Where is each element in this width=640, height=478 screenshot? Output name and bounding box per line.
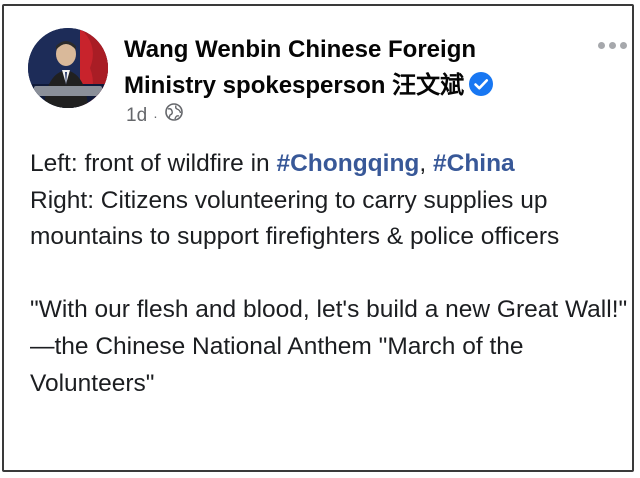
- facebook-post-card: Wang Wenbin Chinese Foreign Ministry spo…: [2, 4, 634, 472]
- post-meta: 1d ·: [126, 103, 183, 128]
- avatar[interactable]: [28, 28, 108, 108]
- post-line-location: Left: front of wildfire in #Chongqing, #…: [30, 146, 628, 183]
- hashtag-china[interactable]: #China: [433, 150, 515, 177]
- more-options-icon[interactable]: [598, 42, 627, 49]
- author-name-block[interactable]: Wang Wenbin Chinese Foreign Ministry spo…: [124, 32, 554, 108]
- author-name[interactable]: Wang Wenbin Chinese Foreign Ministry spo…: [124, 36, 476, 99]
- globe-icon[interactable]: [165, 103, 183, 128]
- verified-badge-icon: [468, 71, 494, 108]
- post-line-volunteers: Right: Citizens volunteering to carry su…: [30, 186, 560, 251]
- post-timestamp[interactable]: 1d: [126, 104, 147, 128]
- post-quote: "With our flesh and blood, let's build a…: [30, 296, 628, 324]
- post-line-location-text: Left: front of wildfire in: [30, 150, 277, 177]
- hashtag-chongqing[interactable]: #Chongqing: [276, 150, 419, 177]
- post-body: Left: front of wildfire in #Chongqing, #…: [30, 146, 628, 402]
- post-attribution: —the Chinese National Anthem "March of t…: [30, 332, 524, 397]
- avatar-image: [28, 28, 108, 108]
- meta-separator: ·: [153, 107, 158, 124]
- post-comma: ,: [419, 150, 433, 177]
